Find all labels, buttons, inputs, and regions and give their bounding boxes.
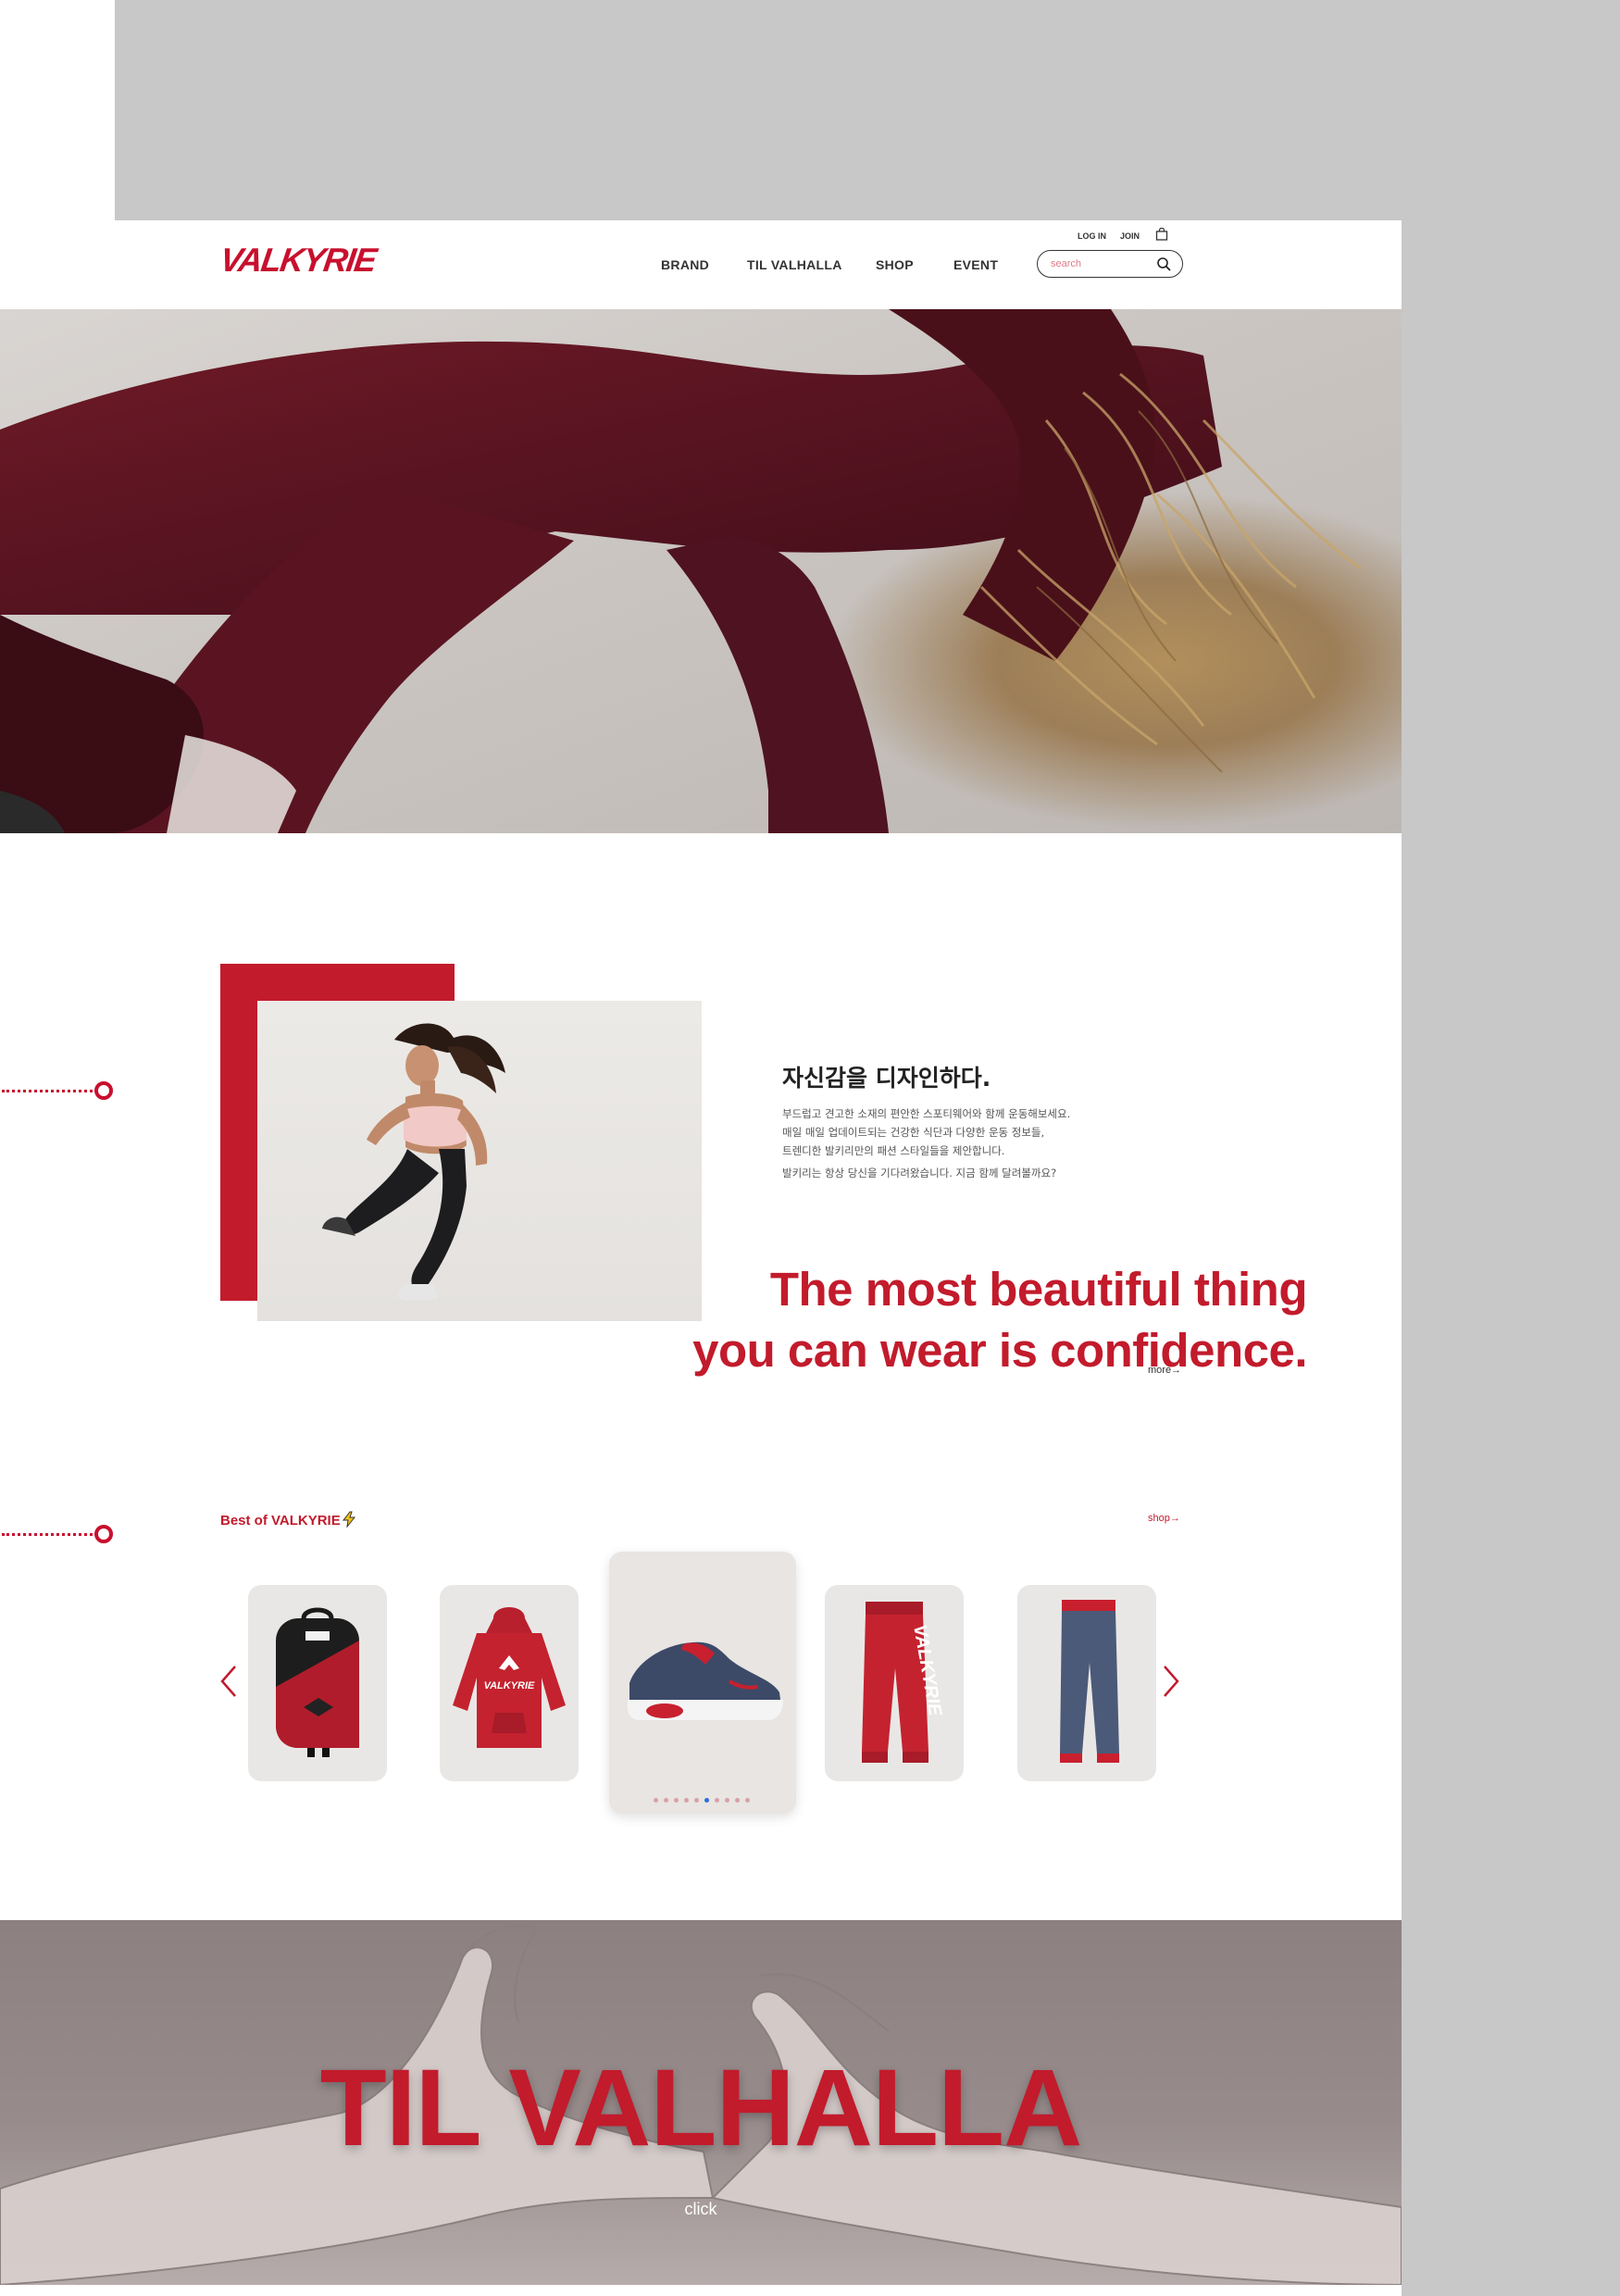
pager-dot[interactable]: [674, 1798, 679, 1803]
about-line: 트렌디한 발키리만의 패션 스타일들을 제안합니다.: [782, 1144, 1005, 1157]
best-section-title: Best of VALKYRIE: [220, 1511, 357, 1529]
background-frame-top: [115, 0, 1620, 220]
search-box[interactable]: [1037, 250, 1183, 278]
about-quote: The most beautiful thing you can wear is…: [692, 1259, 1307, 1381]
nav-shop[interactable]: SHOP: [876, 257, 914, 272]
pager-dot[interactable]: [654, 1798, 658, 1803]
pager-dot[interactable]: [684, 1798, 689, 1803]
hero-runner-image: [0, 309, 1362, 833]
pager-dot-active[interactable]: [704, 1798, 709, 1803]
lightning-icon: [342, 1511, 355, 1528]
more-link[interactable]: more→: [1148, 1365, 1181, 1376]
hero-banner: [0, 309, 1402, 833]
pager-dot[interactable]: [745, 1798, 750, 1803]
runner-woman-image: [322, 1023, 505, 1301]
section-marker-best: [0, 1525, 115, 1543]
valhalla-banner[interactable]: TIL VALHALLA click: [0, 1920, 1402, 2285]
section-marker-about: [0, 1081, 115, 1100]
product-card-red-pants[interactable]: VALKYRIE: [825, 1585, 964, 1781]
login-link[interactable]: LOG IN: [1078, 231, 1106, 241]
search-icon[interactable]: [1156, 256, 1171, 271]
about-photo: [257, 1001, 702, 1321]
valhalla-click-button[interactable]: click: [0, 2200, 1402, 2219]
quote-line-1: The most beautiful thing: [769, 1263, 1308, 1316]
chevron-right-icon[interactable]: [1159, 1663, 1183, 1700]
chevron-left-icon[interactable]: [217, 1663, 241, 1700]
product-card-sneaker[interactable]: [609, 1552, 796, 1814]
backpack-image: [276, 1607, 359, 1757]
valhalla-title: TIL VALHALLA: [319, 2047, 1083, 2169]
pager-dot[interactable]: [725, 1798, 729, 1803]
carousel-pager[interactable]: [654, 1798, 750, 1803]
navy-pants-image: [1060, 1600, 1119, 1763]
about-line: 매일 매일 업데이트되는 건강한 식단과 다양한 운동 정보들,: [782, 1126, 1045, 1139]
quote-line-2: you can wear is confidence.: [692, 1324, 1307, 1377]
best-title-text: Best of VALKYRIE: [220, 1513, 341, 1529]
hoodie-image: VALKYRIE: [453, 1607, 566, 1748]
about-description: 부드럽고 견고한 소재의 편안한 스포티웨어와 함께 운동해보세요. 매일 매일…: [782, 1104, 1171, 1182]
brand-logo[interactable]: VALKYRIE: [218, 241, 378, 280]
background-frame-right: [1402, 0, 1620, 2296]
pager-dot[interactable]: [735, 1798, 740, 1803]
product-card-navy-pants[interactable]: [1017, 1585, 1156, 1781]
hoodie-print: VALKYRIE: [484, 1680, 535, 1691]
product-card-backpack[interactable]: [248, 1585, 387, 1781]
shopping-bag-icon[interactable]: [1155, 228, 1168, 241]
nav-til-valhalla[interactable]: TIL VALHALLA: [747, 257, 842, 272]
pager-dot[interactable]: [694, 1798, 699, 1803]
about-line: 발키리는 항상 당신을 기다려왔습니다. 지금 함께 달려볼까요?: [782, 1167, 1057, 1179]
sneaker-image: [627, 1641, 783, 1720]
search-input[interactable]: [1051, 256, 1143, 271]
red-pants-image: VALKYRIE: [862, 1602, 945, 1763]
about-line: 부드럽고 견고한 소재의 편안한 스포티웨어와 함께 운동해보세요.: [782, 1107, 1071, 1120]
nav-brand[interactable]: BRAND: [661, 257, 709, 272]
site-header: VALKYRIE BRAND TIL VALHALLA SHOP EVENT L…: [0, 220, 1402, 309]
shop-link[interactable]: shop→: [1148, 1513, 1180, 1524]
product-card-hoodie[interactable]: VALKYRIE: [440, 1585, 579, 1781]
about-title: 자신감을 디자인하다.: [782, 1065, 991, 1092]
nav-event[interactable]: EVENT: [953, 257, 998, 272]
pager-dot[interactable]: [664, 1798, 668, 1803]
pager-dot[interactable]: [715, 1798, 719, 1803]
join-link[interactable]: JOIN: [1120, 231, 1140, 241]
page-canvas: { "brand": { "logo_text": "VALKYRIE", "a…: [0, 0, 1620, 2296]
